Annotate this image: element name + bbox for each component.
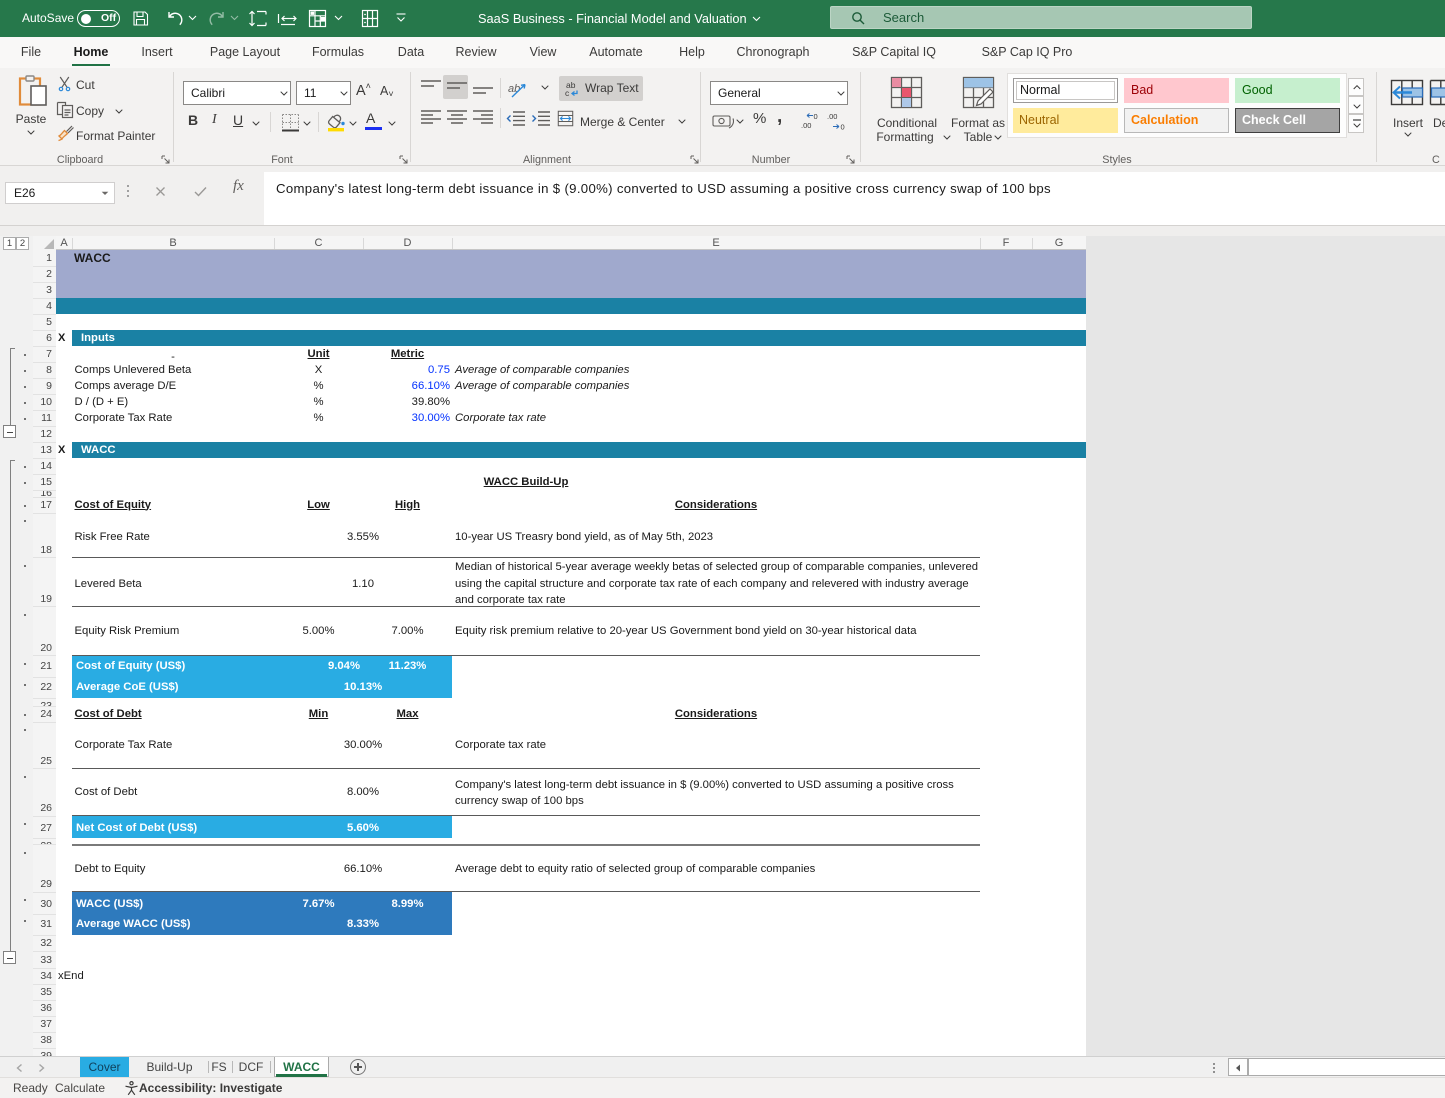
svg-text:0: 0 bbox=[814, 112, 818, 121]
svg-text:.00: .00 bbox=[827, 112, 837, 121]
svg-text:0: 0 bbox=[841, 123, 845, 131]
svg-text:ab: ab bbox=[508, 83, 520, 95]
svg-text:.00: .00 bbox=[801, 121, 811, 130]
